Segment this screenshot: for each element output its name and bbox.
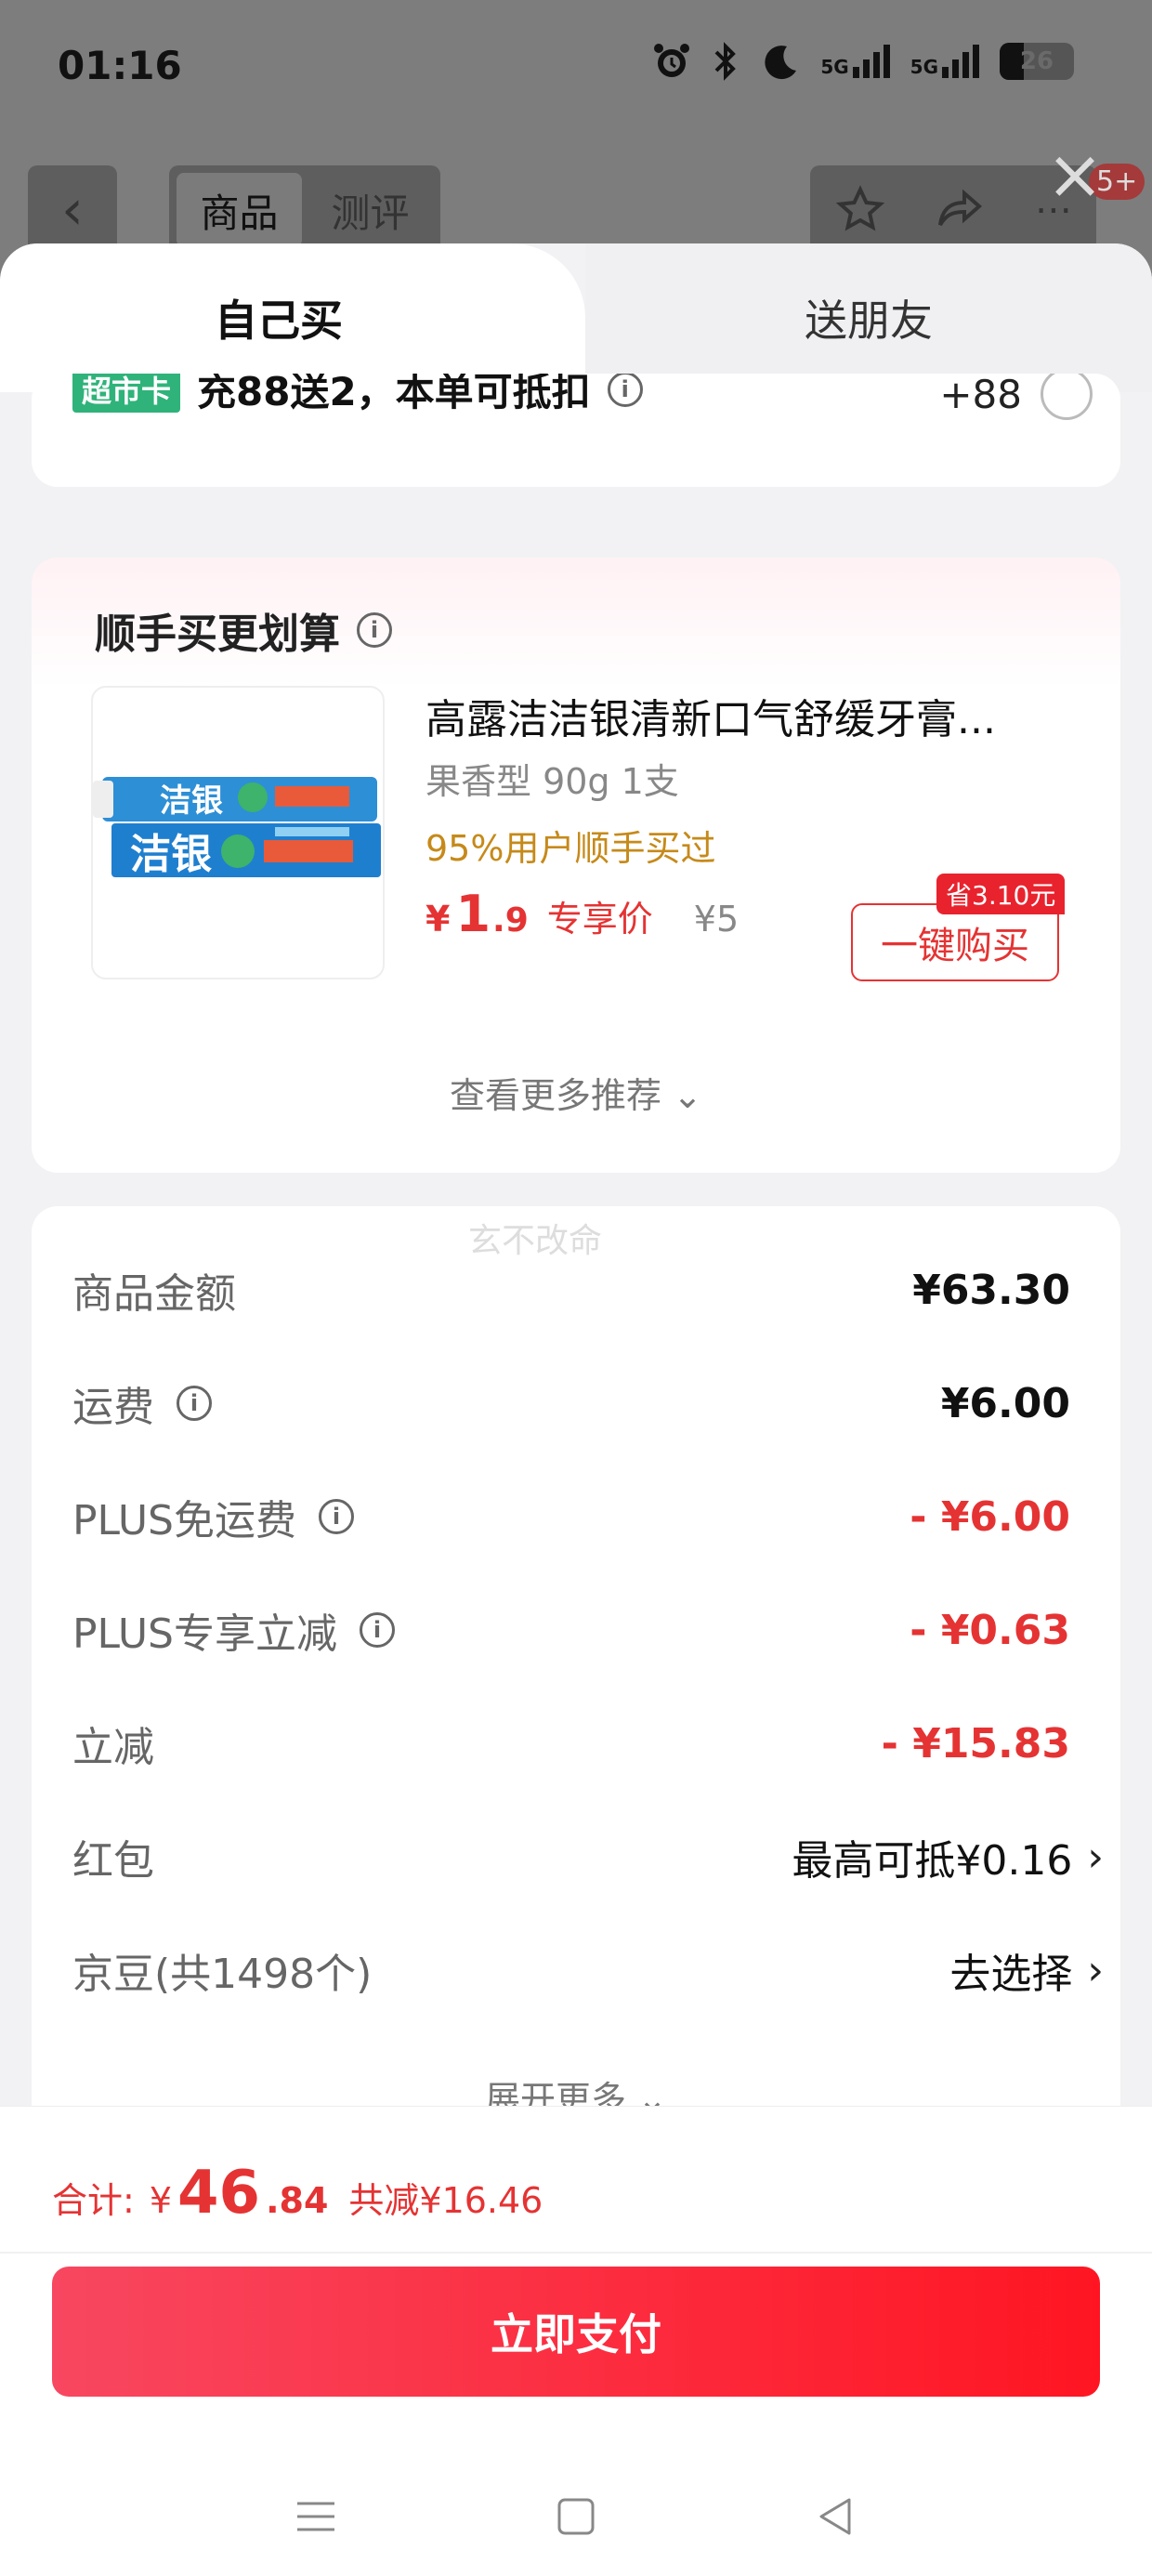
fee-row-shipping: 运费 i ¥6.00 <box>72 1366 1104 1440</box>
status-time: 01:16 <box>58 43 182 88</box>
product-price: ¥ 1 .9 专享价 ¥5 <box>425 885 739 943</box>
fee-label: 红包 <box>72 1837 154 1885</box>
fee-row-instant-discount: 立减 - ¥15.83 <box>72 1706 1104 1781</box>
save-tag: 省3.10元 <box>936 874 1066 914</box>
chaoshi-tag: 超市卡 <box>72 374 181 413</box>
total-int: 46 <box>177 2159 261 2228</box>
fee-label: 立减 <box>72 1724 154 1771</box>
total-yen: ¥ <box>149 2180 172 2221</box>
chaoshi-radio[interactable] <box>1041 374 1093 420</box>
bg-tab-group: 商品 测评 <box>169 165 440 255</box>
status-icons: 5G 5G 26 <box>651 41 1074 82</box>
price-label: 专享价 <box>546 899 653 940</box>
fee-value-wrap: 最高可抵¥0.16 › <box>792 1827 1104 1886</box>
star-icon <box>835 185 885 231</box>
price-int: 1 <box>455 885 491 943</box>
fee-value: 最高可抵¥0.16 <box>792 1837 1073 1885</box>
info-icon[interactable]: i <box>360 1612 395 1648</box>
pay-now-button[interactable]: 立即支付 <box>52 2267 1100 2397</box>
info-icon[interactable]: i <box>357 612 392 648</box>
close-icon[interactable]: × <box>1046 140 1104 209</box>
more-recommend-link[interactable]: 查看更多推荐 ⌄ <box>32 1067 1120 1118</box>
alarm-icon <box>654 44 690 77</box>
one-click-buy-button[interactable]: 一键购买 <box>851 903 1059 981</box>
recommend-title: 顺手买更划算 i <box>95 600 392 660</box>
battery-icon: 26 <box>1000 43 1074 80</box>
fee-value: - ¥15.83 <box>881 1719 1070 1768</box>
total-row: 合计: ¥ 46 .84 共减¥16.46 <box>52 2159 543 2228</box>
brand-text-1: 洁银 <box>160 782 223 820</box>
fee-value: - ¥0.63 <box>910 1606 1070 1654</box>
chaoshi-text: 充88送2，本单可抵扣 <box>197 374 591 414</box>
total-dec: .84 <box>266 2180 329 2221</box>
product-spec: 果香型 90g 1支 <box>425 761 679 802</box>
product-name[interactable]: 高露洁洁银清新口气舒缓牙膏... <box>425 686 1094 745</box>
system-nav-bar <box>0 2456 1152 2576</box>
fee-value-wrap: 去选择 › <box>949 1940 1104 2000</box>
total-label: 合计: <box>52 2180 135 2221</box>
tab-gift[interactable]: 送朋友 <box>585 243 1152 392</box>
fee-value: ¥63.30 <box>912 1266 1070 1314</box>
tab-self[interactable]: 自己买 <box>0 243 585 392</box>
back-icon[interactable] <box>808 2489 864 2544</box>
price-dec: .9 <box>492 901 529 940</box>
chevron-down-icon: ⌄ <box>673 1075 702 1116</box>
share-icon <box>938 189 983 227</box>
bluetooth-icon <box>714 42 737 81</box>
recommend-card: 顺手买更划算 i 洁银 洁银 高露洁洁银清新口气舒缓牙膏... 果香型 90g … <box>32 558 1120 1173</box>
original-price: ¥5 <box>693 899 740 940</box>
fee-value: - ¥6.00 <box>910 1492 1070 1541</box>
back-button: ‹ <box>28 165 117 255</box>
chaoshi-card: 超市卡 充88送2，本单可抵扣 i +88 <box>32 374 1120 487</box>
fee-label-wrap: PLUS免运费 i <box>72 1487 354 1546</box>
fee-value: 去选择 <box>949 1951 1073 1998</box>
total-save: 共减¥16.46 <box>348 2180 543 2221</box>
info-icon[interactable]: i <box>177 1386 212 1421</box>
chevron-right-icon: › <box>1087 1833 1104 1881</box>
price-yen: ¥ <box>425 899 451 940</box>
mode-tabs: 送朋友 自己买 <box>0 243 1152 392</box>
bottom-bar: 合计: ¥ 46 .84 共减¥16.46 立即支付 <box>0 2106 1152 2576</box>
fee-row-plus-discount: PLUS专享立减 i - ¥0.63 <box>72 1593 1104 1667</box>
more-recommend-text: 查看更多推荐 <box>450 1075 662 1116</box>
divider <box>0 2252 1152 2254</box>
fee-row-jingdou[interactable]: 京豆(共1498个) 去选择 › <box>72 1933 1104 2007</box>
product-image[interactable]: 洁银 洁银 <box>91 686 385 979</box>
fee-label-wrap: PLUS专享立减 i <box>72 1600 395 1660</box>
fee-row-plus-shipping: PLUS免运费 i - ¥6.00 <box>72 1479 1104 1554</box>
bg-tab-review: 测评 <box>331 190 410 236</box>
fee-row-red-packet[interactable]: 红包 最高可抵¥0.16 › <box>72 1820 1104 1894</box>
fee-value: ¥6.00 <box>940 1379 1070 1427</box>
fee-label: 运费 <box>72 1384 154 1431</box>
product-hint: 95%用户顺手买过 <box>425 828 716 869</box>
recommend-title-text: 顺手买更划算 <box>95 611 340 658</box>
info-icon[interactable]: i <box>607 374 643 407</box>
fee-label: PLUS专享立减 <box>72 1610 337 1658</box>
info-icon[interactable]: i <box>319 1499 354 1534</box>
home-icon[interactable] <box>548 2489 604 2544</box>
fee-label: PLUS免运费 <box>72 1497 296 1544</box>
moon-icon <box>765 46 797 80</box>
chevron-right-icon: › <box>1087 1946 1104 1994</box>
signal-icon-1: 5G <box>820 45 890 78</box>
signal-icon-2: 5G <box>910 45 979 78</box>
fee-label: 商品金额 <box>72 1270 236 1318</box>
brand-text-2: 洁银 <box>130 831 212 878</box>
bg-tab-product: 商品 <box>177 173 302 247</box>
menu-icon[interactable] <box>288 2489 344 2544</box>
toothpaste-image: 洁银 洁银 <box>93 777 381 878</box>
status-bar: 01:16 5G 5G 26 <box>0 0 1152 139</box>
fee-label-wrap: 运费 i <box>72 1373 212 1433</box>
fee-row-goods: 商品金额 ¥63.30 <box>72 1253 1104 1327</box>
chaoshi-right: +88 <box>939 374 1093 420</box>
fee-label: 京豆(共1498个) <box>72 1951 373 1998</box>
chaoshi-amount: +88 <box>939 374 1022 417</box>
